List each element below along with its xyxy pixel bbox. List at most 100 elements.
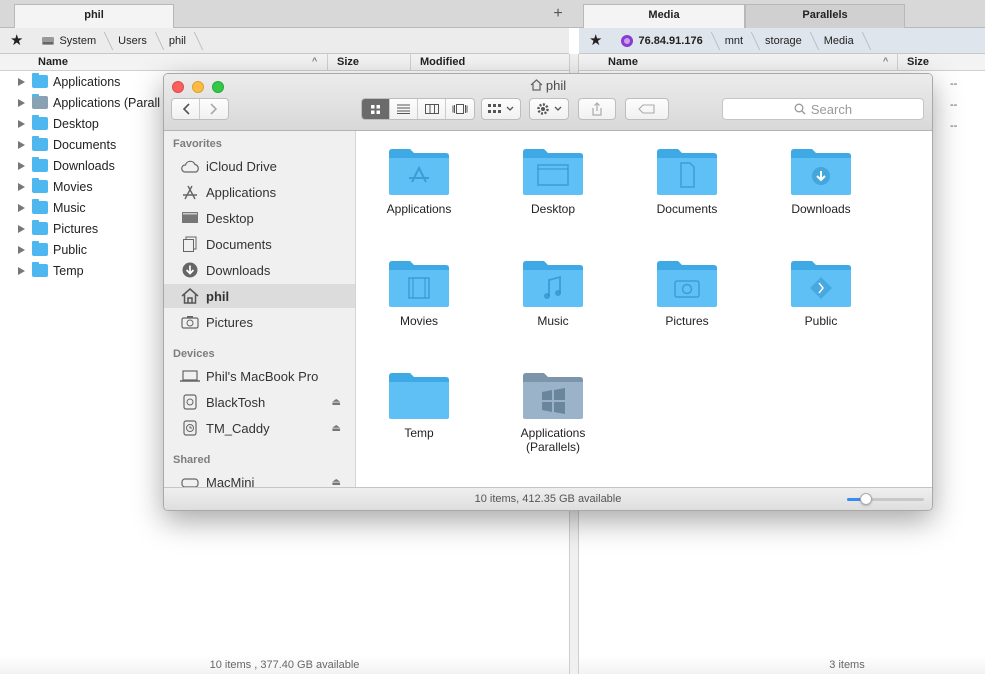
column-name[interactable]: Name: [608, 56, 638, 68]
tab-phil[interactable]: phil: [14, 4, 174, 28]
sidebar-item-label: phil: [206, 288, 230, 304]
favorites-star-icon[interactable]: ★: [579, 28, 610, 54]
breadcrumb-server[interactable]: 76.84.91.176: [610, 28, 714, 54]
folder-item-temp[interactable]: Temp: [364, 370, 474, 440]
sidebar-item-desktop[interactable]: Desktop: [164, 206, 355, 230]
disclosure-triangle-icon[interactable]: [18, 98, 25, 107]
eject-icon[interactable]: ⏏: [332, 423, 341, 434]
folder-item-documents[interactable]: Documents: [632, 146, 742, 216]
downloads-icon: [180, 262, 200, 278]
column-size[interactable]: Size: [337, 56, 359, 68]
disclosure-triangle-icon[interactable]: [18, 182, 25, 191]
sidebar-item-documents[interactable]: Documents: [164, 232, 355, 256]
parallels-folder-icon: [32, 94, 48, 109]
sidebar-item-pictures[interactable]: Pictures: [164, 310, 355, 334]
disclosure-triangle-icon[interactable]: [18, 203, 25, 212]
folder-item-applications[interactable]: Applications: [364, 146, 474, 216]
sidebar-item-icloud-drive[interactable]: iCloud Drive: [164, 154, 355, 178]
action-button[interactable]: [529, 98, 569, 120]
breadcrumb-media[interactable]: Media: [814, 28, 866, 54]
list-view-button[interactable]: [390, 99, 418, 119]
folder-item-downloads[interactable]: Downloads: [766, 146, 876, 216]
temp-folder-icon: [32, 262, 48, 277]
disclosure-triangle-icon[interactable]: [18, 119, 25, 128]
desktop-folder-icon: [522, 146, 584, 196]
icon-size-slider[interactable]: [847, 493, 924, 505]
folder-item-movies[interactable]: Movies: [364, 258, 474, 328]
favorites-star-icon[interactable]: ★: [0, 28, 31, 54]
music-folder-icon: [522, 258, 584, 308]
documents-folder-icon: [32, 136, 48, 151]
disclosure-triangle-icon[interactable]: [18, 245, 25, 254]
share-icon: [592, 102, 602, 116]
size-value: --: [950, 99, 958, 111]
parallels-applications-folder-icon: [522, 370, 584, 420]
list-item-label: Pictures: [53, 221, 99, 236]
tags-button[interactable]: [625, 98, 669, 120]
network-globe-icon: [621, 34, 634, 47]
sidebar-item-applications[interactable]: Applications: [164, 180, 355, 204]
sidebar-item-macbook[interactable]: Phil's MacBook Pro: [164, 364, 355, 388]
tab-parallels[interactable]: Parallels: [745, 4, 905, 28]
sidebar-item-label: BlackTosh: [206, 394, 266, 410]
breadcrumb-users[interactable]: Users: [108, 28, 159, 54]
gear-icon: [537, 103, 549, 115]
folder-label: Applications (Parallels): [520, 426, 586, 454]
pictures-folder-icon: [32, 220, 48, 235]
column-view-button[interactable]: [418, 99, 446, 119]
folder-item-music[interactable]: Music: [498, 258, 608, 328]
disclosure-triangle-icon[interactable]: [18, 77, 25, 86]
finder-content: Applications Desktop Documents Downloads Mov…: [357, 131, 932, 487]
column-size[interactable]: Size: [907, 56, 929, 68]
camera-icon: [180, 315, 200, 329]
forward-button[interactable]: [200, 99, 228, 119]
column-name[interactable]: Name: [38, 56, 68, 68]
folder-item-desktop[interactable]: Desktop: [498, 146, 608, 216]
icon-view-button[interactable]: [362, 99, 390, 119]
disclosure-triangle-icon[interactable]: [18, 266, 25, 275]
disclosure-triangle-icon[interactable]: [18, 161, 25, 170]
search-field[interactable]: Search: [722, 98, 924, 120]
breadcrumb-system[interactable]: System: [31, 28, 108, 54]
disclosure-triangle-icon[interactable]: [18, 140, 25, 149]
sidebar-item-label: Documents: [206, 236, 272, 252]
breadcrumb-label: Media: [823, 34, 854, 47]
breadcrumb-label: System: [59, 34, 97, 47]
list-item-label: Temp: [53, 263, 84, 278]
slider-knob[interactable]: [860, 493, 873, 505]
sidebar-item-phil[interactable]: phil: [164, 284, 355, 308]
window-title-label: phil: [545, 78, 567, 93]
sidebar-item-downloads[interactable]: Downloads: [164, 258, 355, 282]
breadcrumb-mnt[interactable]: mnt: [715, 28, 755, 54]
eject-icon[interactable]: ⏏: [332, 397, 341, 408]
time-machine-drive-icon: [183, 420, 197, 436]
folder-item-public[interactable]: Public: [766, 258, 876, 328]
downloads-folder-icon: [790, 146, 852, 196]
folder-item-pictures[interactable]: Pictures: [632, 258, 742, 328]
coverflow-view-button[interactable]: [446, 99, 474, 119]
column-modified[interactable]: Modified: [420, 56, 465, 68]
sort-chevron-icon: ^: [883, 56, 889, 66]
disclosure-triangle-icon[interactable]: [18, 224, 25, 233]
tab-media[interactable]: Media: [583, 4, 745, 28]
desktop-folder-icon: [32, 115, 48, 130]
share-button[interactable]: [578, 98, 616, 120]
breadcrumb-storage[interactable]: storage: [755, 28, 814, 54]
breadcrumb-phil[interactable]: phil: [159, 28, 198, 54]
breadcrumb-label: phil: [168, 34, 186, 47]
sidebar-item-macmini[interactable]: MacMini ⏏: [164, 470, 355, 487]
sidebar-item-tm-caddy[interactable]: TM_Caddy ⏏: [164, 416, 355, 440]
arrange-button[interactable]: [481, 98, 521, 120]
public-folder-icon: [790, 258, 852, 308]
back-button[interactable]: [172, 99, 200, 119]
laptop-icon: [180, 370, 200, 382]
eject-icon[interactable]: ⏏: [332, 477, 341, 488]
new-tab-button[interactable]: +: [550, 6, 566, 22]
left-column-header: Name ^ Size Modified: [0, 54, 569, 71]
finder-status-text: 10 items, 412.35 GB available: [474, 493, 622, 505]
left-path-bar: ★ System Users phil: [0, 28, 569, 54]
folder-item-parallels-applications[interactable]: Applications (Parallels): [498, 370, 608, 454]
right-status: 3 items: [579, 656, 985, 674]
sidebar-item-blacktosh[interactable]: BlackTosh ⏏: [164, 390, 355, 414]
folder-label: Downloads: [791, 202, 851, 216]
